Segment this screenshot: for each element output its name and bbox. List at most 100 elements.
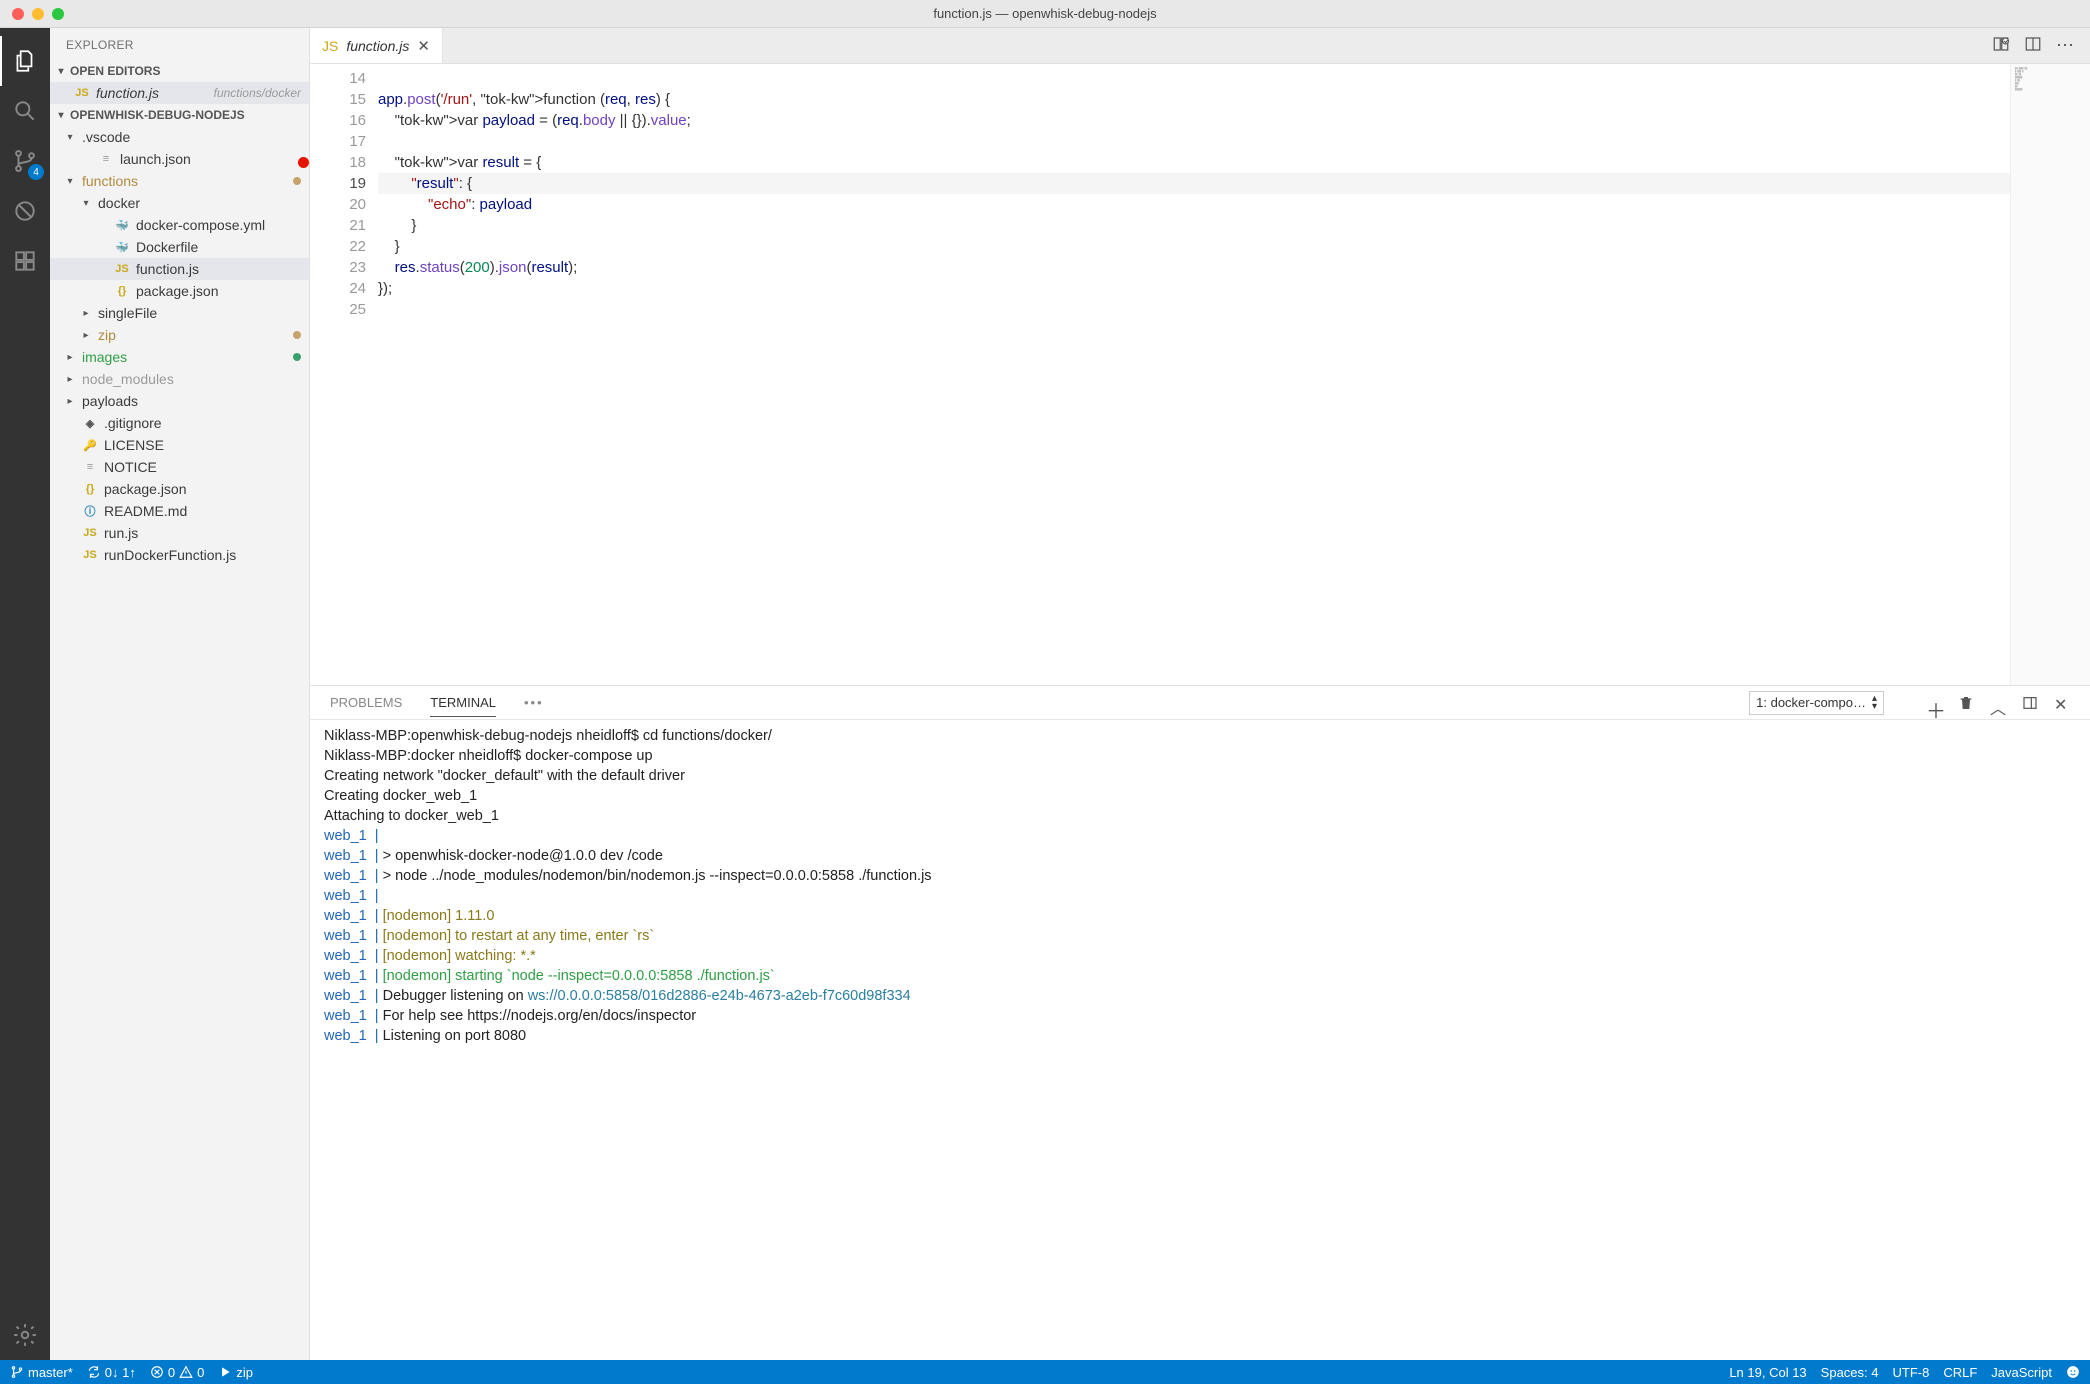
activity-search[interactable] — [0, 86, 50, 136]
status-sync[interactable]: 0↓ 1↑ — [87, 1365, 136, 1380]
tree-item[interactable]: ▸singleFile — [50, 302, 309, 324]
status-eol[interactable]: CRLF — [1943, 1365, 1977, 1380]
activity-scm[interactable]: 4 — [0, 136, 50, 186]
line-number[interactable]: 25 — [310, 299, 366, 320]
close-panel-button[interactable]: ✕ — [2054, 695, 2070, 711]
status-launch-config[interactable]: zip — [218, 1365, 253, 1380]
activity-extensions[interactable] — [0, 236, 50, 286]
panel-tab-more[interactable]: ••• — [524, 689, 544, 716]
tree-item[interactable]: {}package.json — [50, 280, 309, 302]
code-line[interactable]: app.post('/run', "tok-kw">function (req,… — [378, 89, 2010, 110]
open-editors-header[interactable]: ▾ OPEN EDITORS — [50, 60, 309, 82]
activity-explorer[interactable] — [0, 36, 50, 86]
tree-item[interactable]: ▸images — [50, 346, 309, 368]
tree-item[interactable]: JSrun.js — [50, 522, 309, 544]
line-number[interactable]: 18 — [310, 152, 366, 173]
tree-item[interactable]: JSfunction.js — [50, 258, 309, 280]
code-content[interactable]: app.post('/run', "tok-kw">function (req,… — [378, 64, 2010, 685]
code-line[interactable]: "echo": payload — [378, 194, 2010, 215]
tree-item[interactable]: ▸node_modules — [50, 368, 309, 390]
tree-item[interactable]: ▸zip — [50, 324, 309, 346]
code-line[interactable]: "tok-kw">var payload = (req.body || {}).… — [378, 110, 2010, 131]
minimize-window-button[interactable] — [32, 8, 44, 20]
status-problems[interactable]: 0 0 — [150, 1365, 204, 1380]
maximize-panel-button[interactable]: ︿ — [1990, 695, 2006, 711]
terminal-picker[interactable]: 1: docker-compo… ▴▾ — [1749, 691, 1884, 715]
extensions-icon — [12, 248, 38, 274]
status-feedback[interactable] — [2066, 1365, 2080, 1379]
tree-item[interactable]: ◈.gitignore — [50, 412, 309, 434]
line-number[interactable]: 24 — [310, 278, 366, 299]
workspace-header[interactable]: ▾ OPENWHISK-DEBUG-NODEJS — [50, 104, 309, 126]
tree-item[interactable]: JSrunDockerFunction.js — [50, 544, 309, 566]
line-number[interactable]: 14 — [310, 68, 366, 89]
code-line[interactable]: res.status(200).json(result); — [378, 257, 2010, 278]
tree-item[interactable]: ⓘREADME.md — [50, 500, 309, 522]
zoom-window-button[interactable] — [52, 8, 64, 20]
code-line[interactable]: "tok-kw">var result = { — [378, 152, 2010, 173]
code-line[interactable] — [378, 299, 2010, 320]
line-number[interactable]: 19 — [310, 173, 366, 194]
tree-item[interactable]: ▸payloads — [50, 390, 309, 412]
tab-function-js[interactable]: JS function.js ✕ — [310, 28, 443, 63]
status-cursor[interactable]: Ln 19, Col 13 — [1729, 1365, 1806, 1380]
tree-item[interactable]: ≡NOTICE — [50, 456, 309, 478]
code-line[interactable]: } — [378, 215, 2010, 236]
activity-settings[interactable] — [0, 1310, 50, 1360]
play-icon — [218, 1365, 232, 1379]
more-actions-button[interactable]: ⋯ — [2056, 35, 2076, 56]
line-number[interactable]: 15 — [310, 89, 366, 110]
code-editor[interactable]: 141516171819202122232425 app.post('/run'… — [310, 64, 2090, 686]
code-line[interactable]: } — [378, 236, 2010, 257]
twisty-icon: ▾ — [80, 198, 92, 209]
line-number[interactable]: 16 — [310, 110, 366, 131]
new-terminal-button[interactable]: ＋ — [1926, 695, 1942, 711]
status-indent[interactable]: Spaces: 4 — [1821, 1365, 1879, 1380]
file-icon: JS — [114, 261, 130, 277]
file-icon: ◈ — [82, 415, 98, 431]
warning-icon — [179, 1365, 193, 1379]
status-branch[interactable]: master* — [10, 1365, 73, 1380]
breakpoint-icon[interactable] — [298, 157, 309, 168]
terminal-line: Creating docker_web_1 — [324, 786, 2076, 806]
code-line[interactable] — [378, 131, 2010, 152]
titlebar: function.js — openwhisk-debug-nodejs — [0, 0, 2090, 28]
tree-item[interactable]: 🔑LICENSE — [50, 434, 309, 456]
activity-debug[interactable] — [0, 186, 50, 236]
panel-tab-problems[interactable]: PROBLEMS — [330, 689, 402, 716]
line-number[interactable]: 21 — [310, 215, 366, 236]
file-icon: JS — [82, 525, 98, 541]
line-number[interactable]: 17 — [310, 131, 366, 152]
panel-tab-terminal[interactable]: TERMINAL — [430, 689, 496, 717]
line-number[interactable]: 20 — [310, 194, 366, 215]
tree-item-label: package.json — [136, 283, 301, 299]
status-encoding[interactable]: UTF-8 — [1893, 1365, 1930, 1380]
minimap[interactable]: ██ ████ ███ ███ ███ █████████ ██████████… — [2010, 64, 2090, 685]
tree-item[interactable]: ≡launch.json — [50, 148, 309, 170]
kill-terminal-button[interactable] — [1958, 695, 1974, 711]
tree-item[interactable]: ▾docker — [50, 192, 309, 214]
file-icon: ≡ — [98, 151, 114, 167]
code-line[interactable] — [378, 68, 2010, 89]
activity-bar: 4 — [0, 28, 50, 1360]
split-terminal-button[interactable] — [2022, 695, 2038, 711]
tree-item[interactable]: 🐳docker-compose.yml — [50, 214, 309, 236]
close-window-button[interactable] — [12, 8, 24, 20]
search-icon — [12, 98, 38, 124]
tree-item[interactable]: {}package.json — [50, 478, 309, 500]
status-language[interactable]: JavaScript — [1991, 1365, 2052, 1380]
line-number[interactable]: 22 — [310, 236, 366, 257]
open-editor-item[interactable]: JSfunction.jsfunctions/docker — [50, 82, 309, 104]
tree-item[interactable]: ▾functions — [50, 170, 309, 192]
tree-item-label: node_modules — [82, 371, 301, 387]
split-editor-button[interactable] — [2024, 35, 2042, 56]
code-line[interactable]: }); — [378, 278, 2010, 299]
tree-item[interactable]: 🐳Dockerfile — [50, 236, 309, 258]
line-number[interactable]: 23 — [310, 257, 366, 278]
open-changes-button[interactable] — [1992, 35, 2010, 56]
chevron-down-icon: ▾ — [56, 110, 66, 121]
code-line[interactable]: "result": { — [378, 173, 2010, 194]
tree-item[interactable]: ▾.vscode — [50, 126, 309, 148]
terminal-content[interactable]: Niklass-MBP:openwhisk-debug-nodejs nheid… — [310, 720, 2090, 1360]
close-tab-button[interactable]: ✕ — [417, 37, 430, 55]
